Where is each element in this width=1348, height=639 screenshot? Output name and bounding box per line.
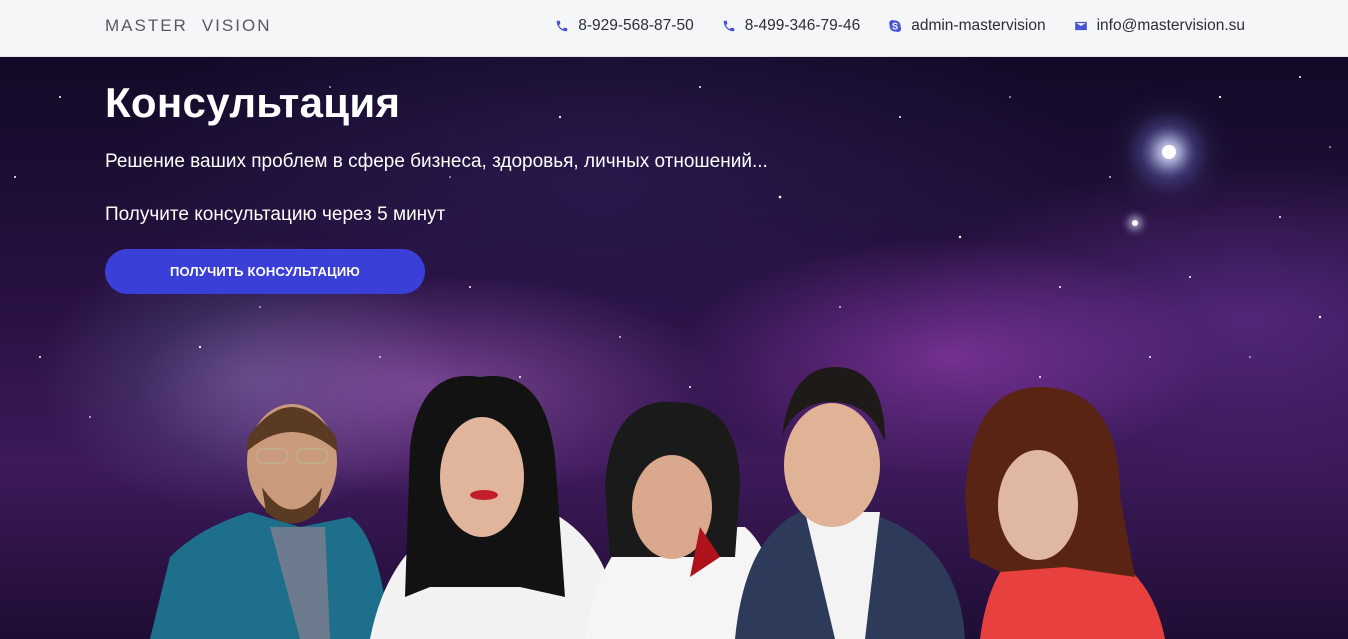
contact-phone-2-text: 8-499-346-79-46 <box>744 17 861 34</box>
logo-word-vision: VISION <box>201 16 272 35</box>
team-photo <box>150 367 1165 639</box>
logo[interactable]: MASTER VISION <box>105 16 271 36</box>
contact-skype-text: admin-mastervision <box>911 17 1046 34</box>
top-header: MASTER VISION 8-929-568-87-50 8-499-346-7… <box>0 0 1348 57</box>
contact-phone-1[interactable]: 8-929-568-87-50 <box>555 17 694 35</box>
contact-phone-1-text: 8-929-568-87-50 <box>578 17 694 34</box>
hero-section: Консультация Решение ваших проблем в сфе… <box>0 57 1348 639</box>
page-title: Консультация <box>105 79 401 126</box>
hero-subtitle-2: Получите консультацию через 5 минут <box>105 204 446 225</box>
contacts-bar: 8-929-568-87-50 8-499-346-79-46 admin-ma… <box>527 17 1245 35</box>
phone-icon <box>555 19 569 33</box>
hero-subtitle: Решение ваших проблем в сфере бизнеса, з… <box>105 151 768 172</box>
contact-email-text: info@mastervision.su <box>1096 17 1245 34</box>
logo-word-master: MASTER <box>105 16 188 35</box>
mail-icon <box>1074 19 1088 33</box>
phone-icon <box>722 19 736 33</box>
skype-icon <box>888 19 902 33</box>
contact-skype[interactable]: admin-mastervision <box>888 17 1046 35</box>
contact-phone-2[interactable]: 8-499-346-79-46 <box>722 17 860 35</box>
get-consultation-button[interactable]: ПОЛУЧИТЬ КОНСУЛЬТАЦИЮ <box>105 249 425 294</box>
contact-email[interactable]: info@mastervision.su <box>1074 17 1245 35</box>
